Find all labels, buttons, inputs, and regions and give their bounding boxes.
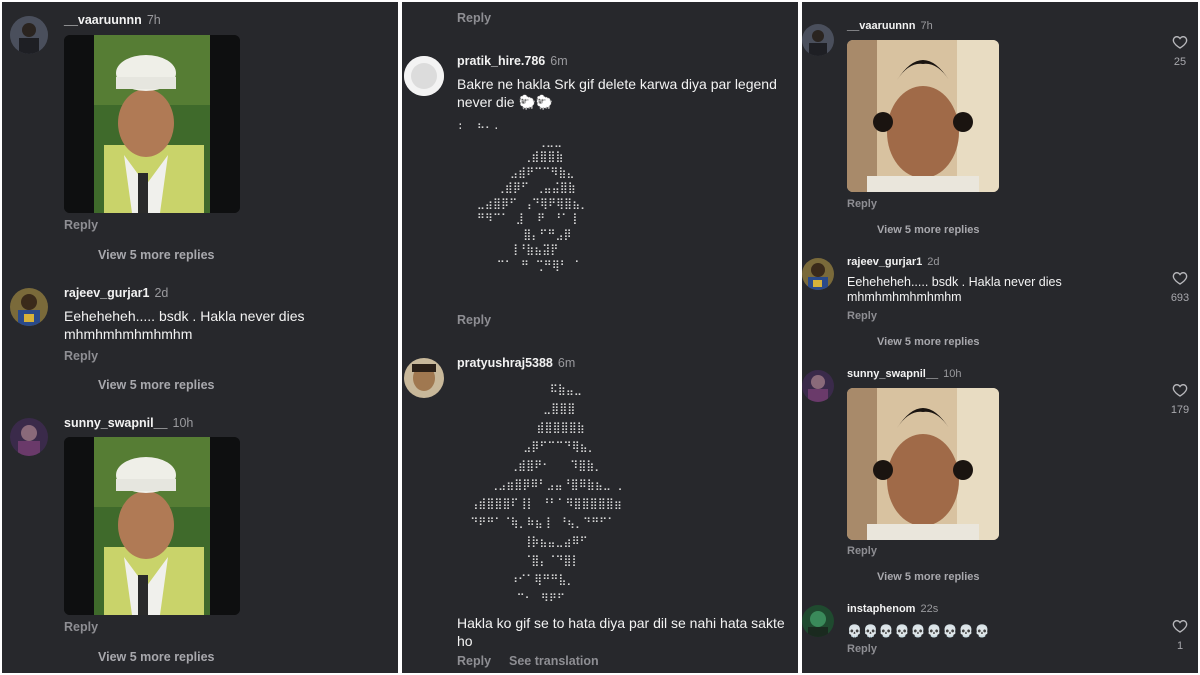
reply-button[interactable]: Reply <box>457 313 491 327</box>
comment-header[interactable]: pratyushraj5388 6m <box>457 356 575 370</box>
comment-time: 2d <box>154 286 169 300</box>
avatar-image <box>802 605 834 637</box>
like-count: 1 <box>1176 640 1184 652</box>
view-more-replies-button[interactable]: View 5 more replies <box>98 378 215 392</box>
comments-panel-middle: Reply pratik_hire.786 6m Bakre ne hakla S… <box>402 2 798 673</box>
gif-image[interactable] <box>847 388 999 540</box>
comment-header[interactable]: sunny_swapnil__ 10h <box>64 416 193 430</box>
comment-time: 7h <box>920 20 933 32</box>
gif-image[interactable] <box>64 437 240 615</box>
like-count: 25 <box>1173 56 1187 68</box>
username[interactable]: sunny_swapnil__ <box>847 368 938 380</box>
srk-gif-image <box>64 437 240 615</box>
comment-header[interactable]: __vaaruunnn 7h <box>847 20 933 32</box>
comment-text: 💀💀💀💀💀💀💀💀💀 <box>847 624 991 638</box>
avatar-image <box>802 258 834 290</box>
comment-time: 6m <box>550 54 568 68</box>
reply-button[interactable]: Reply <box>64 218 98 232</box>
reply-button[interactable]: Reply <box>847 545 877 557</box>
avatar-image <box>10 16 48 54</box>
view-more-replies-button[interactable]: View 5 more replies <box>877 336 980 348</box>
like-count: 693 <box>1170 292 1190 304</box>
avatar-image <box>802 24 834 56</box>
comment-time: 22s <box>920 603 939 615</box>
see-translation-button[interactable]: See translation <box>509 654 599 668</box>
reply-button[interactable]: Reply <box>457 654 491 668</box>
comment-time: 7h <box>146 13 161 27</box>
comment-text: Eeheheheh..... bsdk . Hakla never dies m… <box>64 308 305 342</box>
comment-time: 6m <box>557 356 576 370</box>
comments-panel-left: __vaaruunnn 7h Reply View 5 more replies … <box>2 2 398 673</box>
reply-button[interactable]: Reply <box>847 643 877 655</box>
view-more-replies-button[interactable]: View 5 more replies <box>877 571 980 583</box>
avatar-image <box>10 418 48 456</box>
avatar[interactable] <box>802 258 834 290</box>
username[interactable]: pratyushraj5388 <box>457 356 553 370</box>
username[interactable]: rajeev_gurjar1 <box>64 286 149 300</box>
avatar[interactable] <box>10 418 48 456</box>
comment-time: 10h <box>172 416 194 430</box>
comment-text: Hakla ko gif se to hata diya par dil se … <box>457 615 785 649</box>
avatar-image <box>404 358 444 398</box>
avatar[interactable] <box>404 358 444 398</box>
avatar-image <box>10 288 48 326</box>
comment-text: Bakre ne hakla Srk gif delete karwa diya… <box>457 76 777 110</box>
srk-gif-image <box>64 35 240 213</box>
view-more-replies-button[interactable]: View 5 more replies <box>98 650 215 664</box>
username[interactable]: __vaaruunnn <box>64 13 142 27</box>
comment-header[interactable]: pratik_hire.786 6m <box>457 54 568 68</box>
view-more-replies-button[interactable]: View 5 more replies <box>877 224 980 236</box>
heart-icon[interactable] <box>1172 34 1188 50</box>
srk-gif-image <box>847 388 999 540</box>
avatar[interactable] <box>10 288 48 326</box>
view-more-replies-button[interactable]: View 5 more replies <box>98 248 215 262</box>
comment-text: Eeheheheh..... bsdk . Hakla never dies m… <box>847 275 1062 304</box>
avatar[interactable] <box>802 605 834 637</box>
username[interactable]: rajeev_gurjar1 <box>847 256 922 268</box>
comment-time: 10h <box>943 368 962 380</box>
comments-panel-right: __vaaruunnn 7h 25 Reply View 5 more repli… <box>802 2 1198 673</box>
braille-ascii-art: : ⠦⠄. ⠀⢀⣀⣀ ⢀⣾⣿⣿⣷ ⣠⣾⠟⠉⠉⠻⣷⣄ ⢀⣾⡿⠋ ⢀⣤⣬⣿⣷ ⣀⣴⣿… <box>457 119 589 272</box>
srk-gif-image <box>847 40 999 192</box>
default-avatar-icon <box>404 56 444 96</box>
avatar-image <box>802 370 834 402</box>
comment-header[interactable]: rajeev_gurjar1 2d <box>64 286 168 300</box>
username[interactable]: __vaaruunnn <box>847 20 915 32</box>
username[interactable]: sunny_swapnil__ <box>64 416 168 430</box>
avatar[interactable] <box>404 56 444 96</box>
gif-image[interactable] <box>847 40 999 192</box>
avatar[interactable] <box>10 16 48 54</box>
heart-icon[interactable] <box>1172 618 1188 634</box>
comment-time: 2d <box>927 256 940 268</box>
reply-button[interactable]: Reply <box>64 349 98 363</box>
heart-icon[interactable] <box>1172 270 1188 286</box>
avatar[interactable] <box>802 370 834 402</box>
comment-header[interactable]: __vaaruunnn 7h <box>64 13 161 27</box>
comment-header[interactable]: rajeev_gurjar1 2d <box>847 256 939 268</box>
reply-button[interactable]: Reply <box>847 198 877 210</box>
braille-ascii-art: ⠯⣷⣤⣀ ⣀⣿⣿⣿ ⣾⣿⣿⣿⣿⣷ ⣠⡿⠋⠉⠉⠙⢿⣦⡀ ⢀⣾⣿⠟⠂ ⠹⣿⣷⡀ ⢀⣠… <box>470 383 626 605</box>
reply-button[interactable]: Reply <box>847 310 877 322</box>
heart-icon[interactable] <box>1172 382 1188 398</box>
comment-header[interactable]: sunny_swapnil__ 10h <box>847 368 961 380</box>
like-count: 179 <box>1170 404 1190 416</box>
gif-image[interactable] <box>64 35 240 213</box>
reply-button[interactable]: Reply <box>457 11 491 25</box>
reply-button[interactable]: Reply <box>64 620 98 634</box>
username[interactable]: pratik_hire.786 <box>457 54 545 68</box>
username[interactable]: instaphenom <box>847 603 915 615</box>
avatar[interactable] <box>802 24 834 56</box>
comment-header[interactable]: instaphenom 22s <box>847 603 938 615</box>
